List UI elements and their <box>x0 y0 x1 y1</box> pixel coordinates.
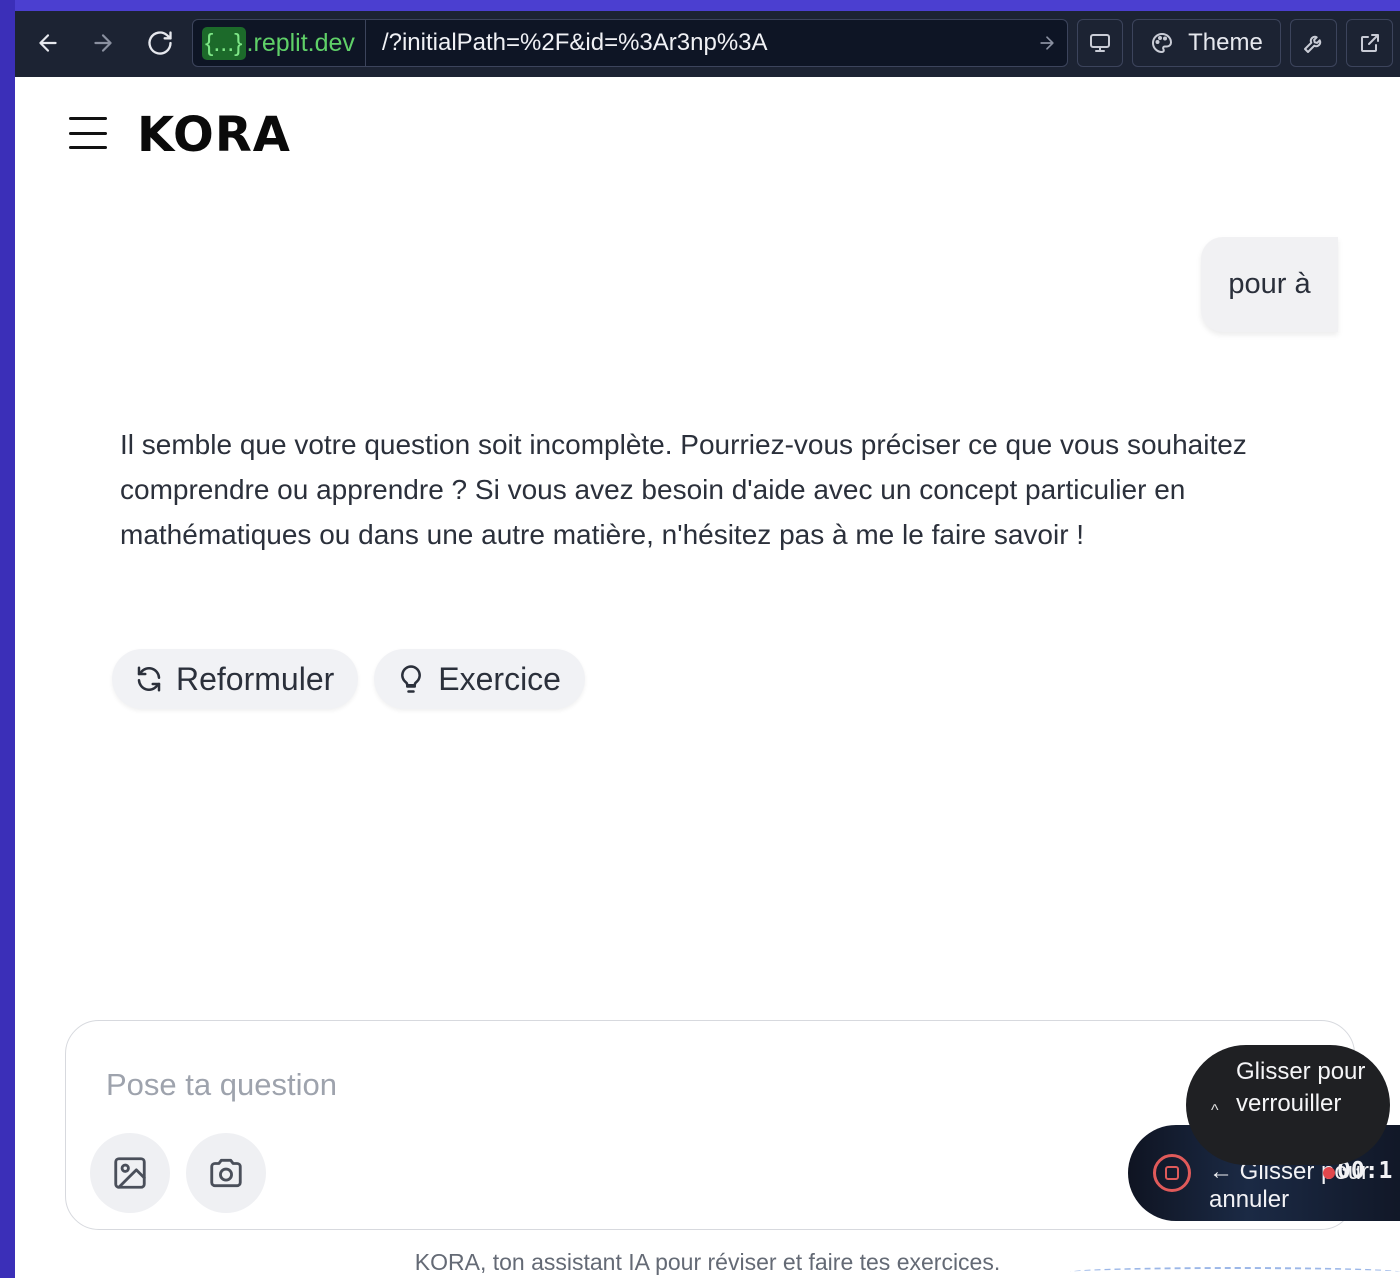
menu-icon[interactable] <box>69 117 107 149</box>
message-actions: Reformuler Exercice <box>112 649 585 709</box>
image-icon <box>114 1157 146 1189</box>
domain-chip: {...} <box>202 26 246 60</box>
stop-icon <box>1165 1166 1179 1180</box>
question-input[interactable]: Pose ta question <box>106 1067 337 1103</box>
menu-line <box>69 117 107 120</box>
forward-button[interactable] <box>83 25 123 61</box>
browser-toolbar: {...} .replit.dev /?initialPath=%2F&id=%3… <box>15 11 1400 77</box>
external-link-icon <box>1360 34 1379 52</box>
lock-hint-text: Glisser pour verrouiller <box>1236 1058 1366 1117</box>
device-preview-button[interactable] <box>1077 19 1123 67</box>
reload-button[interactable] <box>140 25 180 61</box>
menu-line <box>69 146 107 149</box>
assistant-message: Il semble que votre question soit incomp… <box>120 429 1247 550</box>
lock-recording-tooltip[interactable]: ^ Glisser pour verrouiller <box>1186 1045 1390 1165</box>
menu-line <box>69 131 107 135</box>
app-page: KORA pour à Il semble que votre question… <box>15 77 1400 1278</box>
rephrase-label: Reformuler <box>176 660 335 697</box>
refresh-icon <box>137 666 161 692</box>
url-domain: {...} .replit.dev <box>193 20 366 66</box>
recording-indicator <box>1323 1167 1335 1179</box>
devtools-button[interactable] <box>1290 19 1337 67</box>
user-message-text: pour à <box>1228 268 1311 300</box>
theme-label: Theme <box>1188 29 1263 56</box>
arrow-right-icon <box>94 34 112 52</box>
camera-icon <box>210 1158 242 1188</box>
arrow-right-icon <box>1040 36 1054 50</box>
left-accent-strip <box>0 0 15 1278</box>
app-logo: KORA <box>137 107 291 163</box>
exercise-label: Exercice <box>438 660 561 697</box>
stop-recording-button[interactable] <box>1153 1154 1191 1192</box>
camera-button[interactable] <box>186 1133 266 1213</box>
rephrase-button[interactable]: Reformuler <box>112 649 359 709</box>
open-new-tab-button[interactable] <box>1346 19 1393 67</box>
user-message-bubble: pour à <box>1201 237 1338 332</box>
url-path[interactable]: /?initialPath=%2F&id=%3Ar3np%3A <box>366 29 1027 57</box>
theme-button[interactable]: Theme <box>1132 19 1281 67</box>
domain-text: .replit.dev <box>246 28 355 57</box>
back-button[interactable] <box>28 25 68 61</box>
window-frame: {...} .replit.dev /?initialPath=%2F&id=%3… <box>0 0 1400 1278</box>
palette-icon <box>1152 33 1173 53</box>
upload-image-button[interactable] <box>90 1133 170 1213</box>
exercise-button[interactable]: Exercice <box>374 649 585 709</box>
chevron-up-icon: ^ <box>1211 1102 1219 1119</box>
url-bar[interactable]: {...} .replit.dev /?initialPath=%2F&id=%3… <box>192 19 1068 67</box>
monitor-icon <box>1090 34 1110 52</box>
decorative-dashed-line <box>1070 1267 1400 1277</box>
top-accent-strip <box>0 0 1400 11</box>
go-button[interactable] <box>1027 33 1067 53</box>
arrow-left-icon <box>39 34 57 52</box>
lightbulb-icon <box>401 665 422 693</box>
reload-icon <box>148 31 172 55</box>
wrench-icon <box>1303 35 1321 53</box>
